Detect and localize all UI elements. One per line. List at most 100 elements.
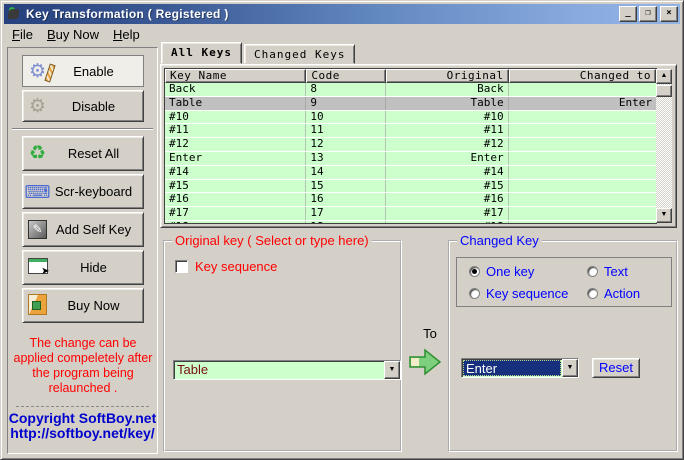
key-pencil-icon: ✎ xyxy=(23,220,53,239)
table-cell: #11 xyxy=(165,124,306,137)
hide-button[interactable]: ➤ Hide xyxy=(22,250,144,285)
copyright-line: Copyright SoftBoy.net xyxy=(8,411,157,426)
original-key-group: Original key ( Select or type here) Key … xyxy=(163,240,402,452)
add-self-key-button[interactable]: ✎ Add Self Key xyxy=(22,212,144,247)
table-cell: Enter xyxy=(509,97,656,110)
maximize-button[interactable]: ❐ xyxy=(639,6,657,22)
scr-keyboard-button[interactable]: ⌨ Scr-keyboard xyxy=(22,174,144,209)
menu-buy-now[interactable]: Buy Now xyxy=(40,26,106,43)
table-row[interactable]: Table9TableEnter xyxy=(165,97,656,111)
table-row[interactable]: Enter13Enter xyxy=(165,152,656,166)
radio-button-icon[interactable] xyxy=(469,266,480,277)
radio-button-icon[interactable] xyxy=(587,266,598,277)
title-bar: Key Transformation ( Registered ) _ ❐ × xyxy=(4,4,680,24)
window-title: Key Transformation ( Registered ) xyxy=(26,7,619,21)
table-cell: Table xyxy=(386,97,509,110)
table-cell: #15 xyxy=(165,180,306,193)
disable-button[interactable]: ⚙ Disable xyxy=(22,90,144,122)
menu-bar: File Buy Now Help xyxy=(5,25,679,44)
table-header: Key Name Code Original Changed to xyxy=(165,69,656,83)
table-row[interactable]: Back8Back xyxy=(165,83,656,97)
enable-label: Enable xyxy=(53,64,143,79)
sidebar: ⚙ Enable ⚙ Disable ♻ Reset All ⌨ Scr-key… xyxy=(7,47,158,454)
recycle-icon: ♻ xyxy=(23,144,53,163)
disable-label: Disable xyxy=(53,99,143,114)
column-header-original[interactable]: Original xyxy=(386,69,509,83)
reset-all-button[interactable]: ♻ Reset All xyxy=(22,136,144,171)
changed-key-type-panel: One key Text Key sequence Action xyxy=(456,257,672,307)
original-key-group-title: Original key ( Select or type here) xyxy=(172,233,372,248)
changed-key-value: Enter xyxy=(463,360,561,376)
column-header-changed-to[interactable]: Changed to xyxy=(509,69,656,83)
dropdown-arrow-icon[interactable]: ▼ xyxy=(562,359,578,377)
radio-key-sequence-label: Key sequence xyxy=(486,286,568,301)
relaunch-notice: The change can be applied compeletely af… xyxy=(12,336,154,396)
table-cell: #12 xyxy=(165,138,306,151)
radio-action[interactable]: Action xyxy=(587,286,671,301)
scroll-down-icon[interactable]: ▼ xyxy=(656,208,672,223)
key-sequence-checkbox[interactable] xyxy=(175,260,188,273)
app-window: Key Transformation ( Registered ) _ ❐ × … xyxy=(0,0,684,460)
radio-button-icon[interactable] xyxy=(469,288,480,299)
menu-help[interactable]: Help xyxy=(106,26,147,43)
scr-keyboard-label: Scr-keyboard xyxy=(53,184,143,199)
table-cell: #14 xyxy=(386,166,509,179)
hide-window-icon: ➤ xyxy=(23,258,53,277)
tab-changed-keys[interactable]: Changed Keys xyxy=(244,44,355,64)
scroll-up-icon[interactable]: ▲ xyxy=(656,69,672,84)
table-cell xyxy=(509,152,656,165)
table-row[interactable]: #1616#16 xyxy=(165,193,656,207)
table-cell xyxy=(509,83,656,96)
table-cell: 12 xyxy=(306,138,386,151)
original-key-combobox[interactable]: Table ▼ xyxy=(173,360,401,380)
minimize-button[interactable]: _ xyxy=(619,6,637,22)
radio-key-sequence[interactable]: Key sequence xyxy=(469,286,587,301)
table-cell: 18 xyxy=(306,221,386,224)
tab-all-keys[interactable]: All Keys xyxy=(161,42,242,64)
table-cell: Back xyxy=(165,83,306,96)
changed-key-group: Changed Key One key Text Key sequence Ac… xyxy=(448,240,678,452)
key-table: Key Name Code Original Changed to Back8B… xyxy=(164,68,657,224)
table-cell: #12 xyxy=(386,138,509,151)
close-button[interactable]: × xyxy=(660,6,678,22)
radio-one-key-label: One key xyxy=(486,264,534,279)
buy-now-label: Buy Now xyxy=(53,298,143,313)
vertical-scrollbar[interactable]: ▲ ▼ xyxy=(656,69,672,223)
menu-file[interactable]: File xyxy=(5,26,40,43)
table-cell: 17 xyxy=(306,207,386,220)
table-cell: Table xyxy=(165,97,306,110)
software-box-icon xyxy=(23,294,53,318)
table-cell: #17 xyxy=(165,207,306,220)
buy-now-button[interactable]: Buy Now xyxy=(22,288,144,323)
radio-button-icon[interactable] xyxy=(587,288,598,299)
table-row[interactable]: #1010#10 xyxy=(165,111,656,125)
gear-gray-icon: ⚙ xyxy=(23,97,53,116)
dropdown-arrow-icon[interactable]: ▼ xyxy=(384,361,400,379)
table-cell xyxy=(509,207,656,220)
table-cell: #16 xyxy=(386,193,509,206)
table-row[interactable]: #1515#15 xyxy=(165,180,656,194)
table-row[interactable]: #1818#18 xyxy=(165,221,656,224)
table-row[interactable]: #1717#17 xyxy=(165,207,656,221)
sidebar-separator xyxy=(12,128,153,130)
table-cell: 9 xyxy=(306,97,386,110)
add-self-key-label: Add Self Key xyxy=(53,222,143,237)
table-cell: 8 xyxy=(306,83,386,96)
table-row[interactable]: #1414#14 xyxy=(165,166,656,180)
table-row[interactable]: #1212#12 xyxy=(165,138,656,152)
enable-button[interactable]: ⚙ Enable xyxy=(22,55,144,87)
table-row[interactable]: #1111#11 xyxy=(165,124,656,138)
key-sequence-checkbox-label: Key sequence xyxy=(195,259,277,274)
table-cell: 15 xyxy=(306,180,386,193)
column-header-key-name[interactable]: Key Name xyxy=(165,69,306,83)
changed-key-combobox[interactable]: Enter ▼ xyxy=(461,358,579,378)
radio-one-key[interactable]: One key xyxy=(469,264,587,279)
radio-action-label: Action xyxy=(604,286,640,301)
radio-text[interactable]: Text xyxy=(587,264,671,279)
table-cell xyxy=(509,221,656,224)
reset-button[interactable]: Reset xyxy=(592,358,640,378)
table-cell xyxy=(509,124,656,137)
key-table-panel: Key Name Code Original Changed to Back8B… xyxy=(160,64,677,228)
scrollbar-thumb[interactable] xyxy=(656,85,672,97)
column-header-code[interactable]: Code xyxy=(306,69,386,83)
